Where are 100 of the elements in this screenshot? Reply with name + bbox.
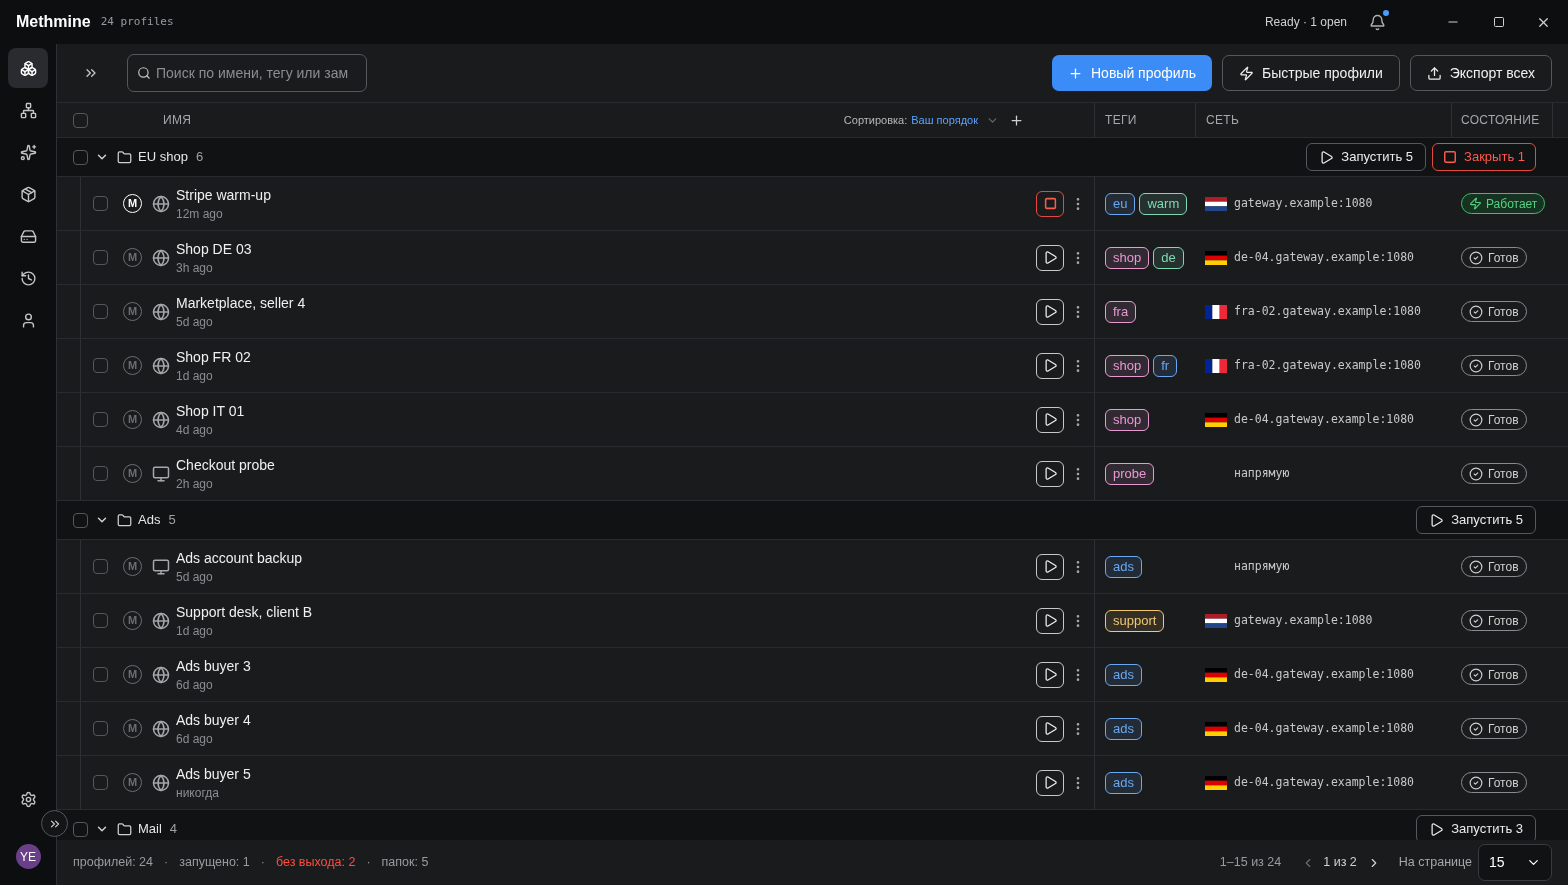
flag-icon — [1205, 775, 1227, 790]
tag: shop — [1105, 246, 1150, 269]
folder-icon — [117, 821, 132, 837]
nav-item[interactable] — [8, 48, 48, 88]
tag: fr — [1153, 354, 1178, 377]
flag-icon — [1205, 196, 1227, 211]
proxy-address: gateway.example:1080 — [1234, 611, 1373, 629]
check-circle-icon — [1469, 412, 1483, 427]
checkbox[interactable] — [73, 821, 88, 837]
checkbox[interactable] — [93, 250, 108, 265]
search-field[interactable]: Поиск по имени, тегу или зам — [127, 54, 367, 92]
play-icon — [1319, 149, 1335, 165]
play-icon — [1042, 559, 1058, 574]
play-button[interactable] — [1036, 460, 1064, 487]
proxy-address: de-04.gateway.example:1080 — [1234, 410, 1414, 428]
upload-icon — [1426, 65, 1442, 81]
column-header[interactable]: ИМЯ — [163, 111, 192, 129]
play-button[interactable] — [1036, 769, 1064, 796]
cubes-icon — [19, 59, 37, 77]
play-icon — [1042, 250, 1058, 265]
proxy-address: de-04.gateway.example:1080 — [1234, 773, 1414, 791]
play-button[interactable] — [1036, 352, 1064, 379]
package-icon — [19, 185, 37, 203]
column-header[interactable]: СОСТОЯНИЕ — [1451, 103, 1553, 137]
play-button[interactable] — [1036, 406, 1064, 433]
group-count: 4 — [169, 820, 178, 839]
checkbox[interactable] — [93, 613, 108, 628]
play-icon — [1042, 667, 1058, 682]
settings-icon[interactable] — [19, 791, 37, 808]
flag-icon — [1205, 667, 1227, 682]
lightning-icon — [1239, 65, 1255, 81]
play-button[interactable] — [1036, 244, 1064, 271]
bell-icon[interactable] — [1369, 13, 1386, 31]
check-circle-icon — [1469, 775, 1483, 790]
profile-name: Checkout probe — [176, 455, 275, 474]
checkbox[interactable] — [93, 196, 108, 211]
play-icon — [1042, 304, 1058, 319]
checkbox[interactable] — [93, 358, 108, 373]
profile-name: Ads buyer 5 — [176, 764, 251, 783]
footer-stat: профилей: 24 — [73, 854, 154, 872]
footer-stat: запущено: 1 — [179, 854, 250, 872]
column-header[interactable]: СЕТЬ — [1195, 103, 1451, 137]
close-group-button[interactable]: Закрыть 1 — [1432, 143, 1536, 171]
proxy-address: fra-02.gateway.example:1080 — [1234, 356, 1421, 374]
tag: warm — [1139, 192, 1188, 215]
stop-icon — [1443, 150, 1458, 164]
quick-profiles-button[interactable]: Быстрые профили — [1222, 55, 1400, 91]
per-page-select[interactable]: 15 — [1478, 844, 1552, 881]
export-button[interactable]: Экспорт всех — [1409, 55, 1552, 91]
check-circle-icon — [1469, 721, 1483, 736]
tag: ads — [1105, 663, 1142, 686]
checkbox[interactable] — [93, 721, 108, 736]
profile-name: Ads buyer 3 — [176, 656, 251, 675]
checkbox[interactable] — [73, 512, 88, 528]
folder-icon — [117, 149, 132, 165]
last-opened: 3h ago — [176, 259, 214, 276]
tag: probe — [1105, 462, 1155, 485]
start-group-button[interactable]: Запустить 5 — [1306, 143, 1427, 171]
checkbox[interactable] — [93, 466, 108, 481]
start-group-button[interactable]: Запустить 5 — [1416, 506, 1536, 534]
search-icon — [137, 66, 151, 80]
flag-icon — [1205, 358, 1227, 373]
tag: ads — [1105, 771, 1142, 794]
play-button[interactable] — [1036, 553, 1064, 580]
last-opened: никогда — [176, 784, 220, 801]
checkbox[interactable] — [73, 149, 88, 165]
footer-stat: без выхода: 2 — [275, 854, 356, 872]
status-badge: Работает — [1461, 193, 1546, 214]
checkbox[interactable] — [93, 667, 108, 682]
profile-name: Support desk, client B — [176, 602, 313, 621]
network-icon — [19, 101, 37, 119]
checkbox[interactable] — [93, 412, 108, 427]
maximize-icon[interactable] — [1493, 16, 1505, 28]
play-button[interactable] — [1036, 607, 1064, 634]
checkbox[interactable] — [93, 304, 108, 319]
sort-label: Сортировка: — [843, 112, 908, 128]
checkbox[interactable] — [73, 112, 88, 128]
last-opened: 12m ago — [176, 205, 224, 222]
check-circle-icon — [1469, 667, 1483, 682]
add-column-icon[interactable] — [1009, 112, 1024, 128]
profile-name: Ads account backup — [176, 548, 303, 567]
tag: shop — [1105, 354, 1150, 377]
checkbox[interactable] — [93, 775, 108, 790]
check-circle-icon — [1469, 250, 1483, 265]
column-header[interactable]: ТЕГИ — [1094, 103, 1195, 137]
proxy-address: напрямую — [1234, 464, 1290, 482]
play-button[interactable] — [1036, 298, 1064, 325]
checkbox[interactable] — [93, 559, 108, 574]
group-name: Mail — [138, 820, 162, 839]
play-button[interactable] — [1036, 661, 1064, 688]
play-icon — [1429, 512, 1445, 528]
profile-name: Shop IT 01 — [176, 401, 245, 420]
stop-button[interactable] — [1036, 190, 1064, 217]
check-circle-icon — [1469, 559, 1483, 574]
proxy-address: напрямую — [1234, 557, 1290, 575]
sort-dropdown[interactable]: Ваш порядок — [911, 111, 978, 129]
last-opened: 5d ago — [176, 313, 214, 330]
play-button[interactable] — [1036, 715, 1064, 742]
history-icon — [19, 269, 37, 287]
user-avatar[interactable]: YE — [15, 844, 41, 869]
